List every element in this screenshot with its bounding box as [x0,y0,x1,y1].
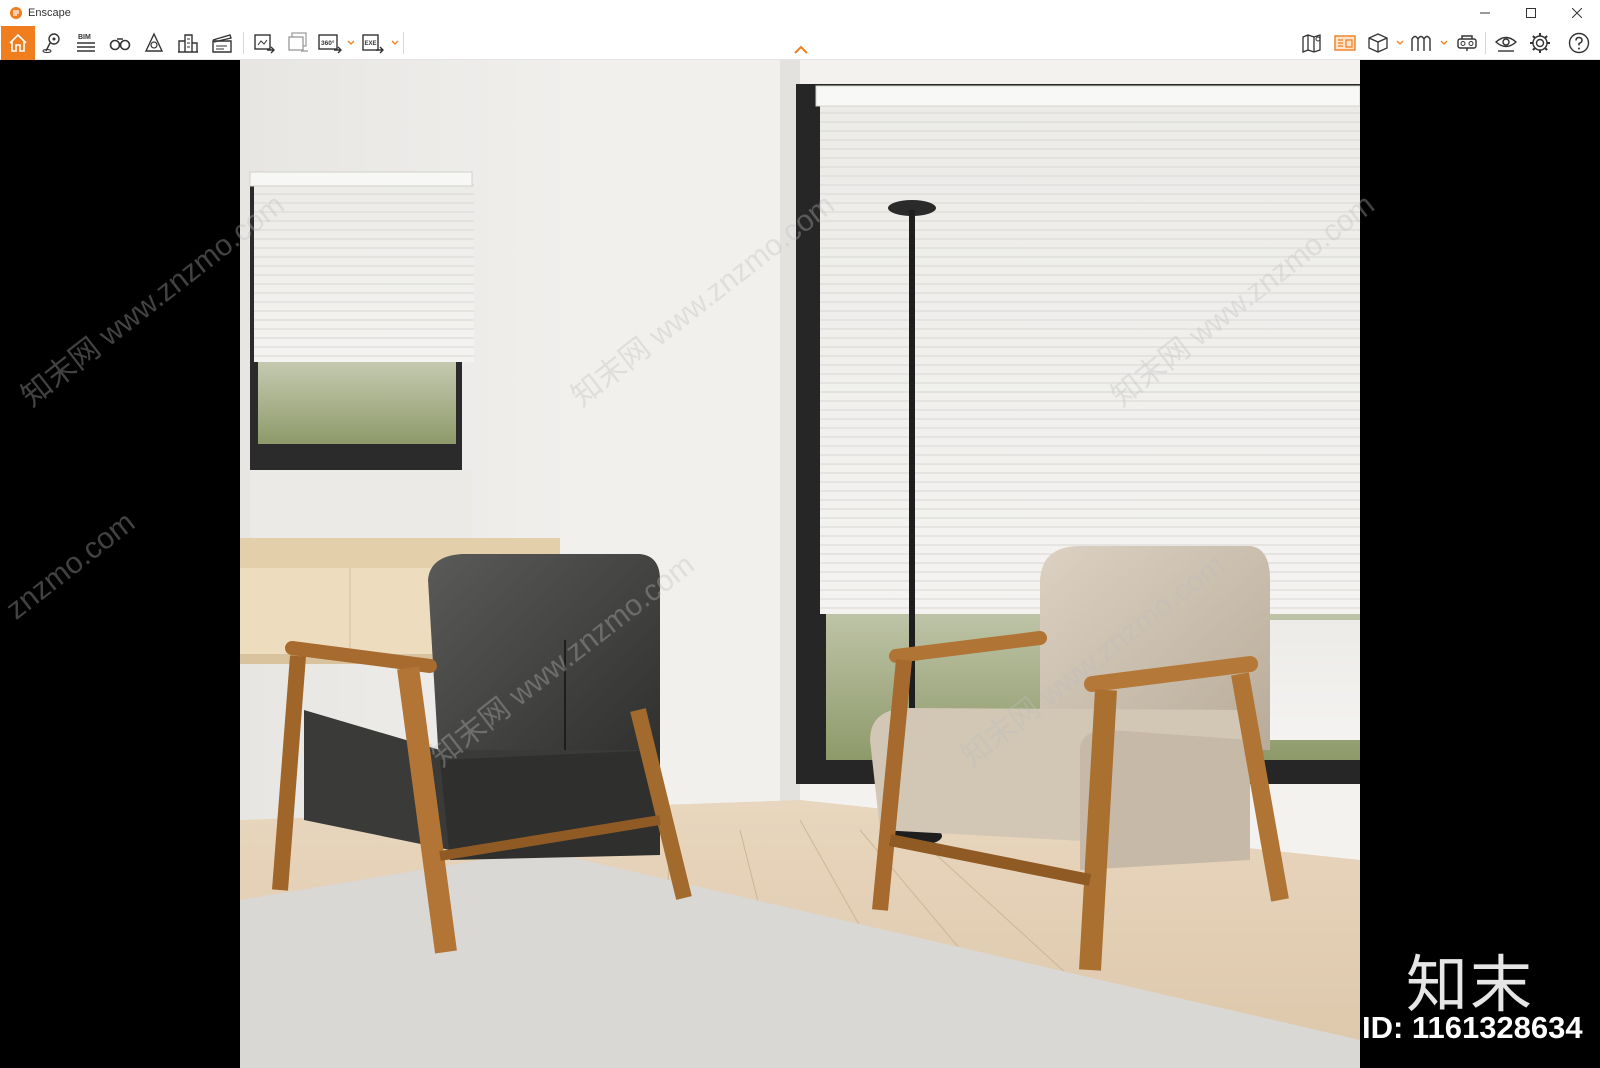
bim-label: BIM [78,34,91,41]
render-viewport[interactable] [240,60,1360,1068]
settings-button[interactable] [1524,27,1556,59]
bim-button[interactable]: BIM [70,27,102,59]
atmosphere-button[interactable] [138,27,170,59]
video-editor-button[interactable] [206,27,238,59]
map-button[interactable] [1296,27,1328,59]
vr-headset-icon [1457,35,1477,51]
id-watermark: ID: 1161328634 [1362,1010,1583,1045]
screenshot-button[interactable] [248,27,280,59]
vr-headset-button[interactable] [1451,27,1483,59]
rendered-scene [240,60,1360,1068]
help-button[interactable] [1563,27,1595,59]
views-icon [1334,35,1356,51]
panorama-button[interactable]: 360° [314,27,346,59]
home-button[interactable] [1,26,35,60]
bim-icon: BIM [77,34,95,52]
batch-render-button[interactable] [282,27,314,59]
settings-icon [1530,33,1550,53]
main-toolbar: BIM 360° EXE [0,26,1600,60]
chevron-down-icon[interactable] [1396,39,1404,47]
views-button[interactable] [1329,27,1361,59]
home-icon [9,33,27,52]
help-icon [1568,32,1590,54]
title-bar: Enscape [0,0,1600,26]
batch-render-icon [288,32,308,52]
enscape-logo-icon [10,7,22,19]
location-button[interactable] [36,27,68,59]
map-icon [1302,34,1321,53]
maximize-icon [1526,8,1536,18]
toolbar-separator [243,32,244,54]
export-exe-icon: EXE [362,34,384,54]
visibility-icon [1494,36,1518,52]
buildings-button[interactable] [172,27,204,59]
window-title: Enscape [28,7,71,19]
render-screenshot-icon [254,34,275,54]
minimize-icon [1480,12,1490,14]
building-icon [178,34,198,53]
collapse-toolbar-chevron-icon[interactable] [794,45,808,54]
minimize-button[interactable] [1462,0,1508,26]
panorama-360-icon: 360° [318,34,342,54]
chevron-down-icon[interactable] [391,39,399,47]
site-watermark: znzmo.com [0,505,142,627]
cube-view-icon [1368,33,1388,53]
exe-label: EXE [365,41,377,47]
visibility-button[interactable] [1490,27,1522,59]
section-icon [1411,35,1431,51]
chevron-down-icon[interactable] [347,39,355,47]
atmosphere-icon [144,32,164,52]
maximize-button[interactable] [1508,0,1554,26]
binoculars-icon [109,38,131,51]
cube-view-button[interactable] [1362,27,1394,59]
toolbar-separator [1485,32,1486,54]
section-button[interactable] [1405,27,1437,59]
panorama-label: 360° [321,39,335,47]
toolbar-separator [403,32,404,54]
chevron-down-icon[interactable] [1440,39,1448,47]
location-pin-icon [42,33,60,53]
export-exe-button[interactable]: EXE [357,27,389,59]
walk-mode-button[interactable] [104,27,136,59]
close-icon [1572,8,1582,18]
clapper-icon [212,34,232,53]
close-button[interactable] [1554,0,1600,26]
